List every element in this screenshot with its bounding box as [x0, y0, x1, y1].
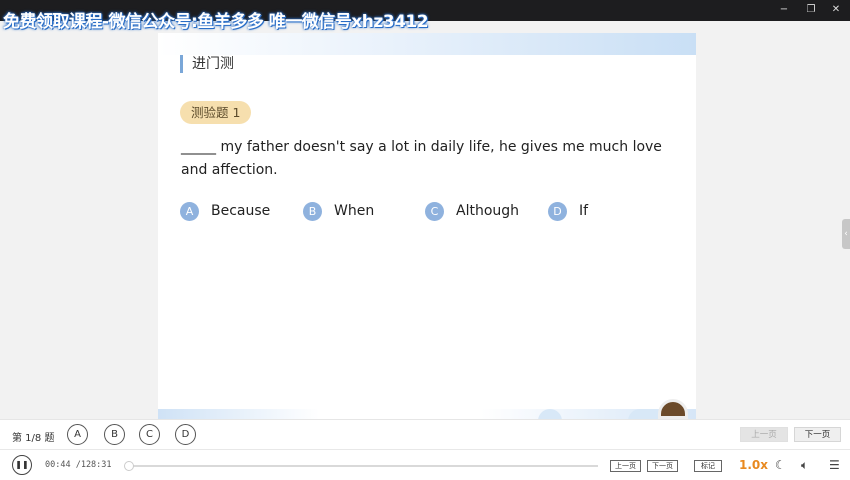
next-page-button[interactable]: 下一页	[647, 460, 678, 472]
pause-button[interactable]: ❚❚	[12, 455, 32, 475]
option-a-letter: A	[180, 201, 199, 221]
option-d-letter: D	[548, 201, 567, 221]
volume-icon[interactable]: 🔈︎	[801, 458, 808, 472]
ball-decoration	[658, 399, 688, 419]
answer-choice-a[interactable]: A	[67, 424, 88, 445]
option-a[interactable]: A Because	[180, 200, 270, 222]
question-badge: 测验题 1	[180, 101, 252, 124]
player-bar: ❚❚ 00:44 /128:31 上一页 下一页 标记 1.0x ☾ 🔈︎ ☰	[0, 449, 850, 480]
moon-icon[interactable]: ☾	[775, 458, 786, 472]
speed-button[interactable]: 1.0x	[739, 458, 768, 472]
option-b-text: When	[334, 203, 375, 219]
mark-button[interactable]: 标记	[694, 460, 722, 472]
option-c-letter: C	[425, 201, 444, 221]
answer-choice-b[interactable]: B	[104, 424, 125, 445]
answer-choice-c[interactable]: C	[139, 424, 160, 445]
quiz-page: 进门测 测验题 1 _____ my father doesn't say a …	[158, 33, 696, 419]
option-d-text: If	[579, 203, 589, 219]
option-b[interactable]: B When	[303, 200, 374, 222]
side-panel-toggle[interactable]: ‹	[842, 219, 850, 249]
section-title: 进门测	[180, 55, 234, 73]
playback-time: 00:44 /128:31	[45, 460, 112, 470]
minimize-button[interactable]: −	[777, 3, 791, 17]
chevron-left-icon: ‹	[844, 229, 848, 239]
progress-track[interactable]	[123, 461, 598, 471]
option-d[interactable]: D If	[548, 200, 588, 222]
option-a-text: Because	[211, 203, 271, 219]
question-counter: 第 1/8 题	[12, 433, 55, 444]
prev-question-button[interactable]: 上一页	[740, 427, 788, 442]
option-list: A Because B When C Although D If	[180, 200, 680, 222]
prev-page-button[interactable]: 上一页	[610, 460, 641, 472]
watermark-text: 免费领取课程-微信公众号:鱼羊多多 唯一微信号xhz3412	[3, 12, 429, 32]
maximize-button[interactable]: ❐	[804, 3, 818, 17]
next-question-button[interactable]: 下一页	[794, 427, 841, 442]
answer-choice-d[interactable]: D	[175, 424, 196, 445]
answer-bar: 第 1/8 题 A B C D 上一页 下一页	[0, 419, 850, 449]
close-button[interactable]: ✕	[829, 3, 843, 17]
page-top-decoration	[158, 33, 696, 55]
page-bottom-decoration	[158, 409, 696, 419]
menu-icon[interactable]: ☰	[829, 458, 840, 472]
option-c-text: Although	[456, 203, 520, 219]
option-b-letter: B	[303, 201, 322, 221]
question-text: _____ my father doesn't say a lot in dai…	[181, 139, 662, 178]
pause-icon: ❚❚	[15, 460, 29, 469]
progress-handle[interactable]	[123, 461, 134, 471]
option-c[interactable]: C Although	[425, 200, 519, 222]
